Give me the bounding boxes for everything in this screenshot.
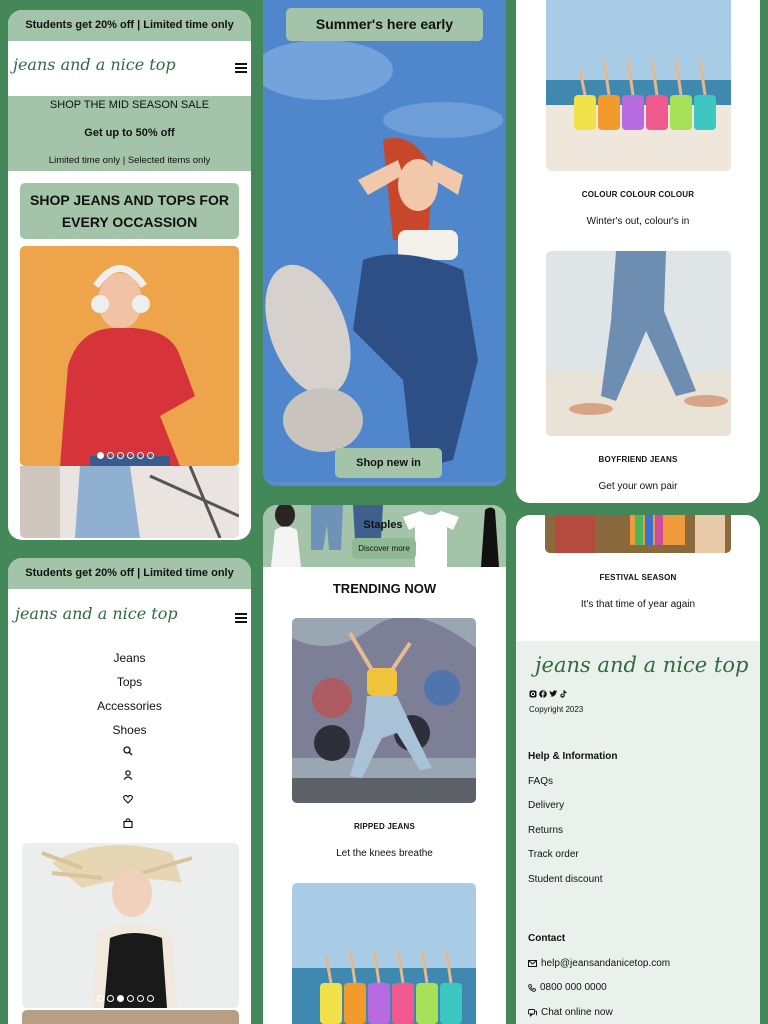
social-icons	[529, 690, 567, 698]
summer-banner-label: Summer's here early	[315, 16, 454, 32]
carousel-dot[interactable]	[147, 452, 154, 459]
carousel-dot[interactable]	[147, 995, 154, 1002]
colour-collection-subtitle: Winter's out, colour's in	[586, 216, 690, 227]
footer-link-track-order[interactable]: Track order	[528, 849, 579, 860]
carousel-dot[interactable]	[117, 452, 124, 459]
user-icon[interactable]	[123, 770, 133, 780]
staples-banner[interactable]: Staples Discover more	[263, 505, 506, 567]
phone-icon	[528, 983, 536, 992]
next-slide-image-2[interactable]	[22, 1010, 239, 1024]
heart-icon[interactable]	[123, 794, 133, 804]
carousel-dot[interactable]	[137, 452, 144, 459]
hero-heading-box: SHOP JEANS AND TOPS FOR EVERY OCCASSION	[20, 183, 239, 239]
footer-link-delivery[interactable]: Delivery	[528, 800, 564, 811]
menu-icon-2[interactable]	[235, 611, 247, 625]
summer-hero-image[interactable]	[263, 0, 506, 482]
menu-icon[interactable]	[235, 61, 247, 75]
footer-link-faqs[interactable]: FAQs	[528, 776, 553, 787]
carousel-dot[interactable]	[97, 452, 104, 459]
site-footer: jeans and a nice top Copyright 2023 Help…	[516, 641, 760, 1024]
boyfriend-jeans-subtitle: Get your own pair	[598, 481, 678, 492]
help-heading: Help & Information	[528, 751, 618, 762]
boyfriend-jeans-image[interactable]	[546, 251, 731, 436]
contact-chat[interactable]: Chat online now	[528, 1007, 613, 1018]
next-slide-jeans-image[interactable]	[20, 466, 239, 538]
facebook-icon[interactable]	[539, 690, 547, 698]
sale-title: SHOP THE MID SEASON SALE	[49, 99, 210, 111]
carousel-dot[interactable]	[107, 995, 114, 1002]
trending-card: Staples Discover more TRENDING NOW RIPPE…	[263, 505, 506, 1024]
contact-phone-text: 0800 000 0000	[540, 982, 607, 993]
contact-email[interactable]: help@jeansandanicetop.com	[528, 958, 670, 969]
bag-icon[interactable]	[123, 818, 133, 828]
summer-hero-card: Summer's here early Shop new in	[263, 0, 506, 486]
carousel-dots	[97, 452, 154, 459]
nav-item-tops[interactable]: Tops	[8, 675, 251, 689]
carousel-dot[interactable]	[117, 995, 124, 1002]
ripped-jeans-image[interactable]	[292, 618, 476, 803]
tiktok-icon[interactable]	[560, 690, 567, 698]
ripped-jeans-title[interactable]: RIPPED JEANS	[263, 822, 506, 831]
carousel-dot[interactable]	[127, 452, 134, 459]
shop-new-in-button[interactable]: Shop new in	[335, 448, 442, 478]
discover-more-label: Discover more	[358, 544, 410, 553]
festival-title[interactable]: FESTIVAL SEASON	[516, 573, 760, 582]
promo-text-2: Students get 20% off | Limited time only	[25, 567, 234, 579]
carousel-dot[interactable]	[97, 995, 104, 1002]
home-screen-card: Students get 20% off | Limited time only…	[8, 10, 251, 540]
promo-text: Students get 20% off | Limited time only	[25, 19, 234, 31]
sale-note: Limited time only | Selected items only	[48, 155, 211, 166]
colour-collection-title[interactable]: COLOUR COLOUR COLOUR	[516, 190, 760, 199]
colour-collection-image-2[interactable]	[292, 883, 476, 1024]
sale-offer: Get up to 50% off	[84, 127, 175, 139]
sale-banner[interactable]: SHOP THE MID SEASON SALE Get up to 50% o…	[8, 96, 251, 171]
ripped-jeans-subtitle: Let the knees breathe	[336, 848, 433, 859]
footer-logo[interactable]: jeans and a nice top	[535, 653, 748, 677]
boyfriend-jeans-title[interactable]: BOYFRIEND JEANS	[516, 455, 760, 464]
nav-item-jeans[interactable]: Jeans	[8, 651, 251, 665]
contact-chat-text: Chat online now	[541, 1007, 613, 1018]
discover-more-button[interactable]: Discover more	[352, 538, 416, 559]
hero-image-red-sweater[interactable]	[20, 246, 239, 466]
mail-icon	[528, 960, 537, 967]
brand-logo-2[interactable]: jeans and a nice top	[15, 604, 178, 623]
footer-link-student-discount[interactable]: Student discount	[528, 874, 603, 885]
carousel-dots-2	[97, 995, 154, 1002]
copyright: Copyright 2023	[529, 705, 584, 714]
carousel-dot[interactable]	[137, 995, 144, 1002]
colour-collection-image[interactable]	[546, 0, 731, 171]
contact-phone[interactable]: 0800 000 0000	[528, 982, 607, 993]
shop-new-in-label: Shop new in	[356, 457, 421, 469]
menu-screen-card: Students get 20% off | Limited time only…	[8, 558, 251, 1024]
hero-heading: SHOP JEANS AND TOPS FOR EVERY OCCASSION	[30, 192, 229, 230]
hero-image-blonde-tank[interactable]	[22, 843, 239, 1008]
carousel-dot[interactable]	[107, 452, 114, 459]
nav-item-accessories[interactable]: Accessories	[8, 699, 251, 713]
trending-heading: TRENDING NOW	[332, 581, 437, 596]
carousel-dot[interactable]	[127, 995, 134, 1002]
search-icon[interactable]	[123, 746, 133, 756]
festival-subtitle: It's that time of year again	[580, 599, 696, 610]
contact-email-text: help@jeansandanicetop.com	[541, 958, 671, 969]
contact-heading: Contact	[528, 933, 566, 944]
collections-card: COLOUR COLOUR COLOUR Winter's out, colou…	[516, 0, 760, 503]
festival-image[interactable]	[545, 515, 731, 553]
footer-card: FESTIVAL SEASON It's that time of year a…	[516, 515, 760, 1024]
promo-banner-2: Students get 20% off | Limited time only	[8, 558, 251, 589]
promo-banner: Students get 20% off | Limited time only	[8, 10, 251, 41]
footer-link-returns[interactable]: Returns	[528, 825, 563, 836]
chat-icon	[528, 1008, 537, 1017]
summer-banner[interactable]: Summer's here early	[286, 8, 483, 41]
brand-logo[interactable]: jeans and a nice top	[13, 55, 176, 74]
nav-item-shoes[interactable]: Shoes	[8, 723, 251, 737]
twitter-icon[interactable]	[549, 690, 558, 698]
instagram-icon[interactable]	[529, 690, 537, 698]
staples-title: Staples	[363, 519, 403, 531]
